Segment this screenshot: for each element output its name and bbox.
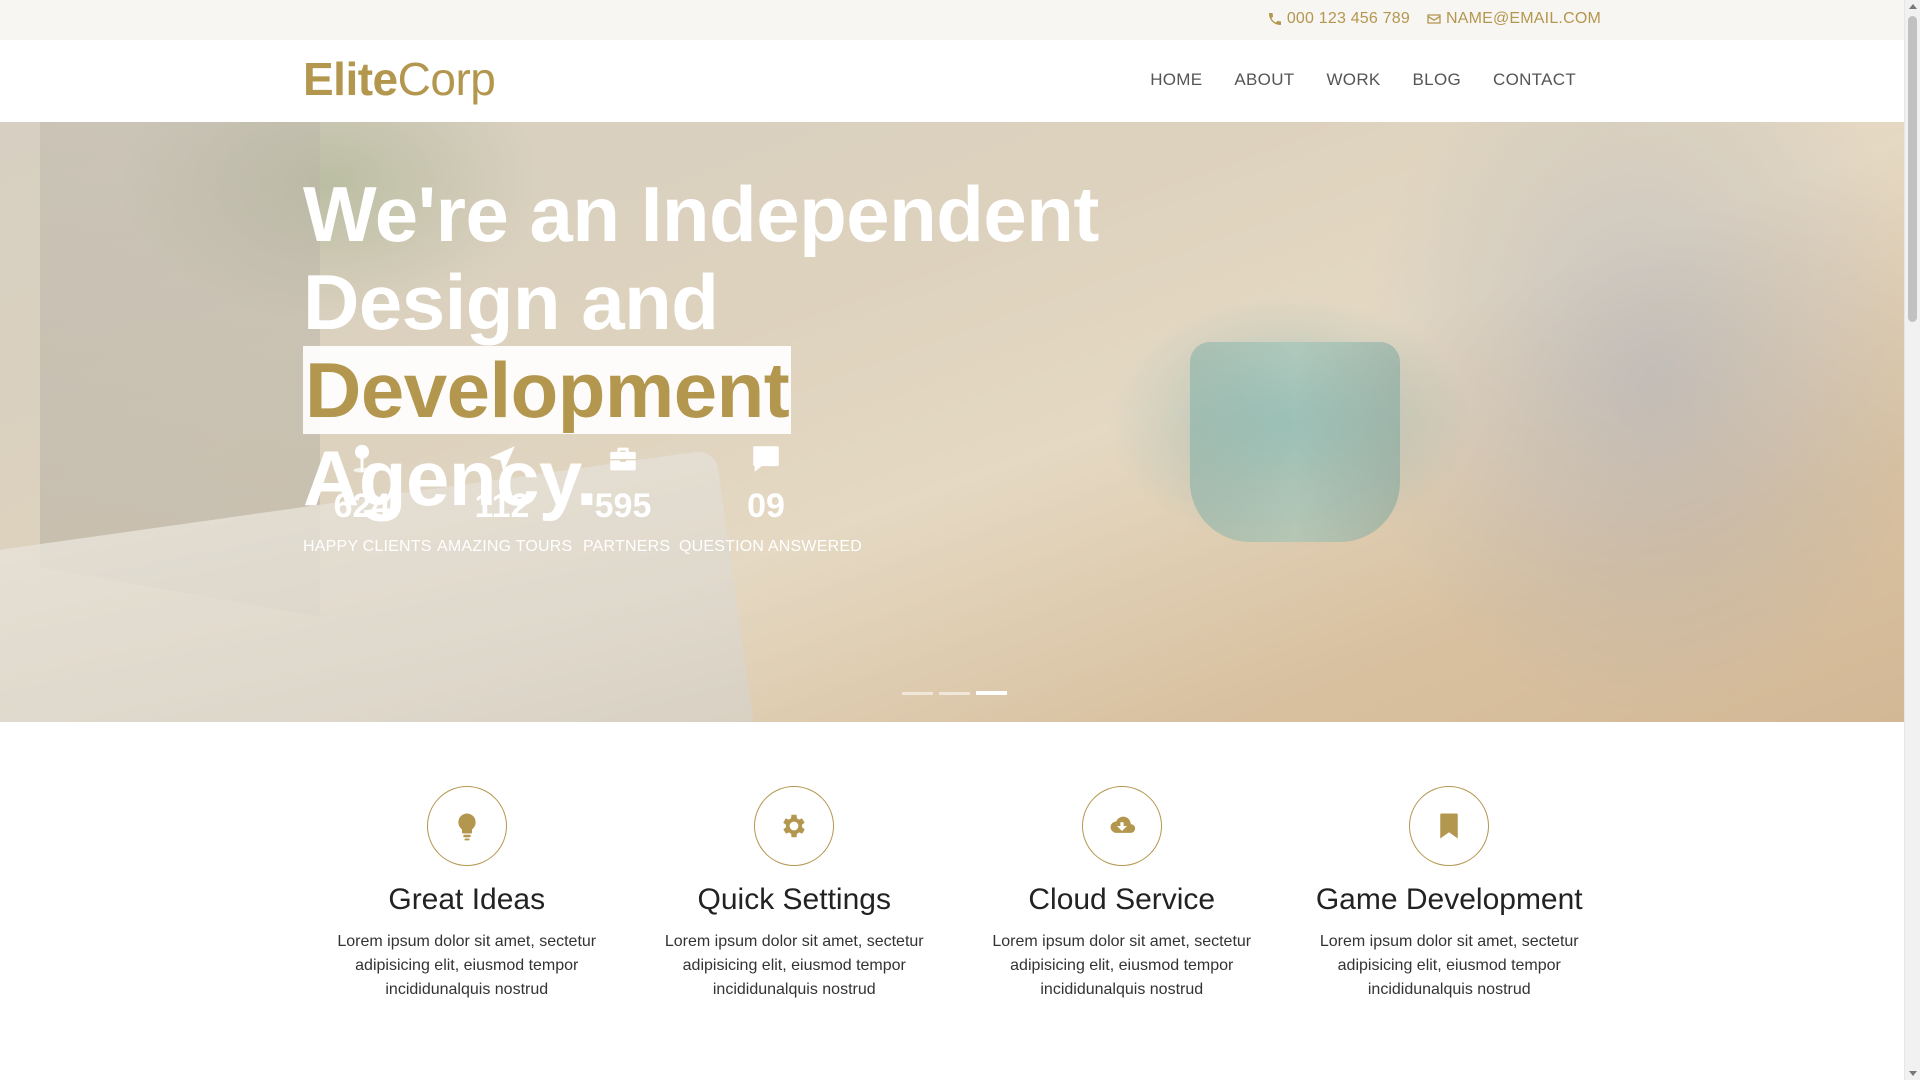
nav-home[interactable]: HOME: [1150, 70, 1202, 90]
feature-text: Lorem ipsum dolor sit amet, sectetur adi…: [337, 933, 597, 998]
envelope-icon: [1427, 14, 1441, 24]
stat-happy-clients: 624 HAPPY CLIENTS: [303, 442, 432, 556]
gear-icon: [783, 814, 805, 838]
contact-info: 000 123 456 789 NAME@EMAIL.COM: [1267, 10, 1601, 28]
slider-dot-2[interactable]: [939, 692, 970, 695]
stat-value: 09: [747, 487, 785, 525]
feature-game-development: Game Development Lorem ipsum dolor sit a…: [1286, 786, 1614, 1002]
vertical-scrollbar[interactable]: [1904, 0, 1920, 1080]
feature-title: Great Ideas: [388, 883, 546, 916]
nav-contact[interactable]: CONTACT: [1493, 70, 1576, 90]
map-pin-icon: [353, 444, 371, 473]
nav-blog[interactable]: BLOG: [1413, 70, 1461, 90]
slider-dot-3[interactable]: [976, 691, 1007, 695]
nav-work[interactable]: WORK: [1326, 70, 1380, 90]
lightbulb-icon: [458, 813, 476, 841]
cloud-download-icon: [1110, 816, 1135, 833]
phone-icon: [1268, 13, 1281, 25]
feature-title: Cloud Service: [1028, 883, 1216, 916]
feature-text: Lorem ipsum dolor sit amet, sectetur adi…: [664, 933, 924, 998]
stat-label: HAPPY CLIENTS: [303, 538, 432, 555]
location-arrow-icon: [489, 446, 515, 472]
scrollbar-thumb[interactable]: [1908, 16, 1917, 322]
briefcase-icon: [610, 447, 636, 471]
stats-row: 624 HAPPY CLIENTS 112 AMAZING TOURS 595 …: [303, 442, 862, 556]
logo[interactable]: EliteCorp: [303, 53, 496, 106]
stat-label: PARTNERS: [583, 538, 671, 555]
scroll-down-arrow-icon[interactable]: [1909, 1071, 1917, 1076]
stat-label: AMAZING TOURS: [437, 538, 573, 555]
phone-number: 000 123 456 789: [1286, 10, 1410, 27]
bookmark-icon: [1440, 813, 1458, 839]
headline-highlight: Development: [303, 346, 792, 434]
stat-value: 624: [333, 487, 391, 525]
stat-amazing-tours: 112 AMAZING TOURS: [437, 442, 573, 556]
feature-icon-circle: [426, 786, 507, 866]
feature-icon-circle: [1081, 786, 1162, 866]
email-link[interactable]: NAME@EMAIL.COM: [1426, 10, 1601, 28]
stat-questions-answered: 09 QUESTION ANSWERED: [679, 442, 862, 556]
slider-dot-1[interactable]: [902, 692, 933, 695]
feature-icon-circle: [754, 786, 835, 866]
nav-about[interactable]: ABOUT: [1234, 70, 1294, 90]
scroll-up-arrow-icon[interactable]: [1909, 4, 1917, 9]
feature-text: Lorem ipsum dolor sit amet, sectetur adi…: [992, 933, 1252, 998]
headline-line-2-pre: Design and: [303, 258, 719, 346]
feature-title: Game Development: [1315, 883, 1583, 916]
speech-bubble-icon: [753, 446, 779, 472]
feature-text: Lorem ipsum dolor sit amet, sectetur adi…: [1319, 933, 1579, 998]
feature-icon-circle: [1409, 786, 1490, 866]
logo-light: Corp: [397, 53, 496, 105]
features-section: Great Ideas Lorem ipsum dolor sit amet, …: [303, 786, 1613, 1002]
feature-cloud-service: Cloud Service Lorem ipsum dolor sit amet…: [958, 786, 1286, 1002]
headline-line-1: We're an Independent: [303, 170, 1099, 258]
site-header: EliteCorp HOME ABOUT WORK BLOG CONTACT: [0, 40, 1904, 122]
logo-bold: Elite: [303, 53, 398, 105]
feature-title: Quick Settings: [697, 883, 891, 916]
email-address: NAME@EMAIL.COM: [1445, 10, 1601, 27]
slider-indicators: [902, 691, 1007, 695]
stat-value: 112: [474, 487, 530, 525]
hero-slider: We're an Independent Design and Developm…: [0, 122, 1904, 722]
main-nav: HOME ABOUT WORK BLOG CONTACT: [1150, 70, 1576, 90]
phone-link[interactable]: 000 123 456 789: [1267, 10, 1410, 28]
feature-great-ideas: Great Ideas Lorem ipsum dolor sit amet, …: [303, 786, 631, 1002]
feature-quick-settings: Quick Settings Lorem ipsum dolor sit ame…: [631, 786, 959, 1002]
stat-partners: 595 PARTNERS: [583, 442, 671, 556]
top-contact-bar: 000 123 456 789 NAME@EMAIL.COM: [0, 0, 1904, 40]
stat-label: QUESTION ANSWERED: [679, 538, 862, 555]
stat-value: 595: [594, 487, 652, 525]
